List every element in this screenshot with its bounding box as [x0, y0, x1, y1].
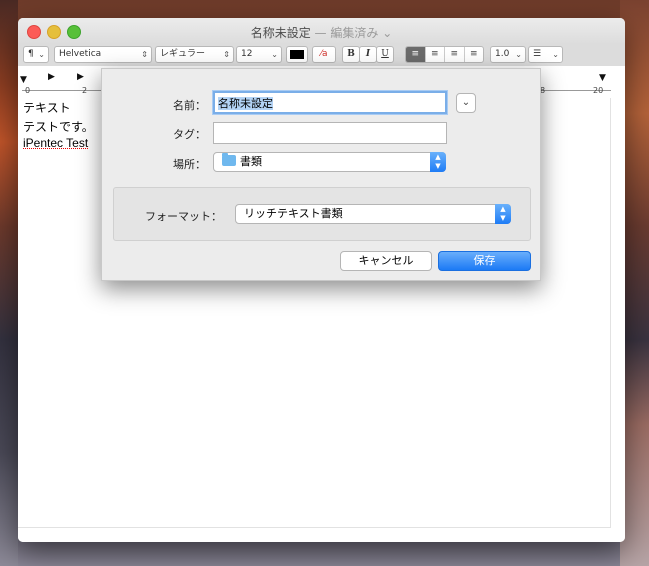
window-title[interactable]: 名称未設定 — 編集済み ⌄ — [18, 24, 625, 41]
ruler-number: 2 — [82, 86, 88, 95]
text-container-edge — [610, 98, 611, 528]
underline-button[interactable]: U — [376, 46, 394, 63]
bold-button[interactable]: B — [342, 46, 360, 63]
chevron-down-icon: ⌄ — [552, 50, 559, 59]
chevron-down-icon: ⌄ — [461, 97, 471, 108]
right-indent-marker[interactable]: ▼ — [599, 73, 606, 83]
italic-button[interactable]: I — [359, 46, 377, 63]
title-separator: — — [310, 26, 331, 40]
stepper-icon: ▲ ▼ — [430, 152, 446, 172]
name-field-value: 名称未設定 — [218, 97, 273, 110]
save-button[interactable]: 保存 — [438, 251, 531, 271]
line-spacing-value: 1.0 — [495, 49, 510, 59]
desktop-wallpaper-left — [0, 0, 18, 566]
font-family-value: Helvetica — [59, 49, 102, 59]
text-container-edge — [18, 527, 611, 528]
location-value: 書類 — [240, 155, 262, 168]
name-label: 名前： — [173, 99, 206, 112]
stepper-icon: ⇕ — [223, 50, 230, 59]
document-line: テキスト — [23, 101, 71, 115]
font-size-combo[interactable]: 12 ⌄ — [236, 46, 282, 63]
text-color-swatch — [290, 50, 304, 59]
format-popup[interactable]: リッチテキスト書類 ▲ ▼ — [235, 204, 511, 224]
line-spacing-popup[interactable]: 1.0 ⌄ — [490, 46, 526, 63]
location-label: 場所： — [173, 158, 206, 171]
document-line: テストです。 — [23, 120, 94, 134]
tab-stop-marker[interactable]: ▶ — [48, 72, 55, 82]
folder-icon — [222, 153, 236, 166]
title-bar[interactable]: 名称未設定 — 編集済み ⌄ — [18, 18, 625, 44]
format-value: リッチテキスト書類 — [244, 207, 343, 220]
align-justify-icon[interactable]: ≡ — [465, 47, 484, 62]
document-line: iPentec Test — [23, 136, 89, 150]
font-style-value: レギュラー — [160, 49, 206, 59]
name-field[interactable]: 名称未設定 — [213, 91, 447, 114]
tab-stop-marker[interactable]: ▶ — [77, 72, 84, 82]
stepper-icon: ⇕ — [141, 50, 148, 59]
text-color-well[interactable] — [286, 46, 308, 63]
alignment-group: ≡ ≡ ≡ ≡ — [405, 46, 484, 63]
background-color-well[interactable]: ⁄a — [312, 46, 336, 63]
document-name: 名称未設定 — [250, 26, 311, 40]
chevron-down-icon: ⌄ — [382, 26, 393, 40]
list-icon: ☰ — [533, 49, 542, 59]
chevron-down-icon: ⌄ — [271, 50, 278, 59]
left-indent-marker[interactable]: ▼ — [20, 75, 27, 85]
align-left-icon[interactable]: ≡ — [406, 47, 426, 62]
font-size-value: 12 — [241, 49, 253, 59]
font-style-popup[interactable]: レギュラー ⇕ — [155, 46, 234, 63]
location-popup[interactable]: 書類 ▲ ▼ — [213, 152, 446, 172]
format-options-box: フォーマット： リッチテキスト書類 ▲ ▼ — [113, 187, 531, 241]
expand-dialog-button[interactable]: ⌄ — [456, 93, 476, 113]
chevron-down-icon: ⌄ — [515, 50, 522, 59]
ruler-number: 0 — [25, 86, 31, 95]
edited-status: 編集済み — [330, 26, 379, 40]
align-center-icon[interactable]: ≡ — [426, 47, 445, 62]
tags-label: タグ： — [173, 128, 206, 141]
paragraph-icon: ¶ — [28, 49, 34, 59]
font-family-popup[interactable]: Helvetica ⇕ — [54, 46, 152, 63]
tags-field[interactable] — [213, 122, 447, 144]
no-color-icon: ⁄a — [320, 49, 328, 59]
format-toolbar: ¶ ⌄ Helvetica ⇕ レギュラー ⇕ 12 ⌄ ⁄a B I U ≡ ≡ ≡ … — [18, 44, 625, 66]
list-popup[interactable]: ☰ ⌄ — [528, 46, 563, 63]
chevron-down-icon: ⌄ — [38, 50, 45, 59]
format-label: フォーマット： — [145, 210, 222, 223]
stepper-icon: ▲ ▼ — [495, 204, 511, 224]
ruler-number: 20 — [593, 86, 604, 95]
save-dialog-sheet: 名前： 名称未設定 ⌄ タグ： 場所： 書類 ▲ ▼ フォーマット： リッチテキス… — [101, 68, 541, 281]
align-right-icon[interactable]: ≡ — [445, 47, 465, 62]
cancel-button[interactable]: キャンセル — [340, 251, 432, 271]
paragraph-style-popup[interactable]: ¶ ⌄ — [23, 46, 49, 63]
